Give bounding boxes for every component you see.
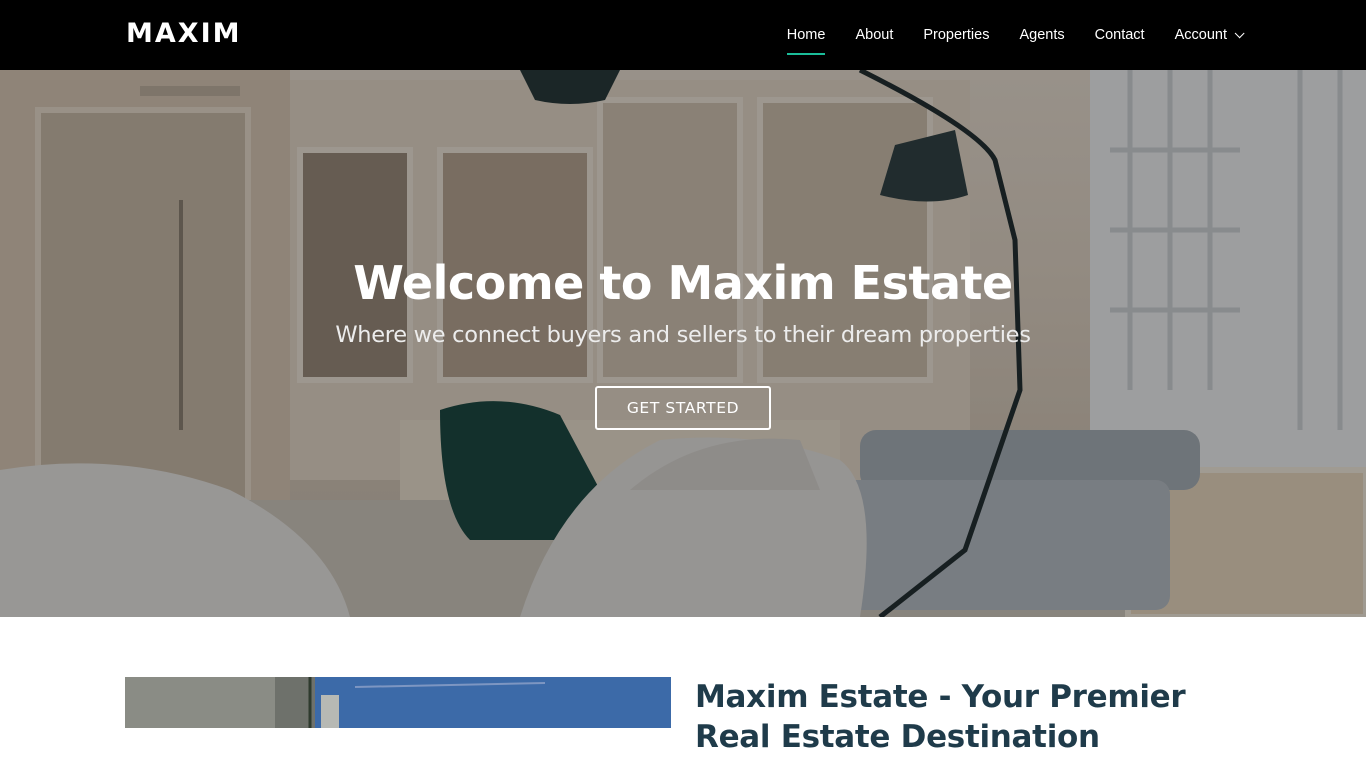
main-nav: Home About Properties Agents Contact Acc… — [757, 0, 1245, 70]
about-heading: Maxim Estate - Your Premier Real Estate … — [695, 679, 1186, 755]
nav-contact-label: Contact — [1094, 27, 1145, 43]
nav-account-label: Account — [1174, 27, 1227, 43]
brand-logo[interactable]: MAXIM — [126, 18, 242, 49]
nav-home-label: Home — [786, 27, 826, 43]
nav-about-label: About — [855, 27, 894, 43]
building-photo — [125, 677, 671, 728]
hero-subtitle: Where we connect buyers and sellers to t… — [335, 322, 1031, 348]
nav-item-agents[interactable]: Agents — [1019, 0, 1064, 70]
navbar: MAXIM Home About Properties Agents Conta… — [0, 0, 1366, 70]
nav-properties-label: Properties — [923, 27, 990, 43]
get-started-button[interactable]: GET STARTED — [595, 386, 771, 430]
nav-item-about[interactable]: About — [855, 0, 893, 70]
nav-item-home[interactable]: Home — [786, 0, 826, 70]
nav-agents-label: Agents — [1019, 27, 1065, 43]
hero-title: Welcome to Maxim Estate — [353, 256, 1013, 310]
nav-item-contact[interactable]: Contact — [1095, 0, 1145, 70]
about-image — [125, 677, 671, 728]
hero-section: Welcome to Maxim Estate Where we connect… — [0, 70, 1366, 617]
nav-item-account[interactable]: Account — [1174, 0, 1245, 70]
nav-item-properties[interactable]: Properties — [923, 0, 989, 70]
chevron-down-icon — [1234, 27, 1245, 38]
